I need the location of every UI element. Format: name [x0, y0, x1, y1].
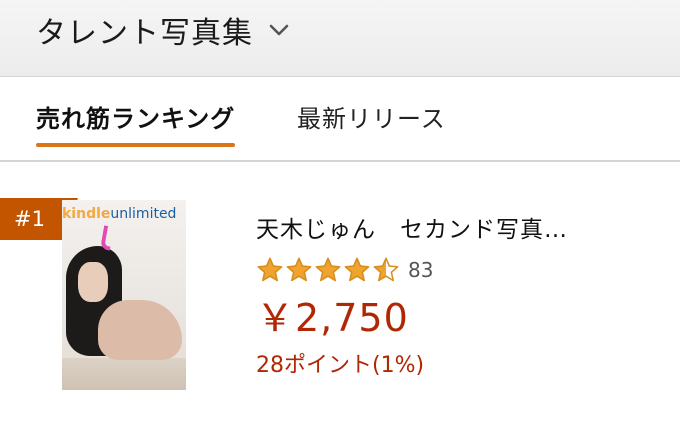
tab-new-releases[interactable]: 最新リリース: [297, 99, 446, 143]
tab-bestsellers[interactable]: 売れ筋ランキング: [36, 99, 236, 147]
chevron-down-icon[interactable]: [267, 18, 291, 42]
cover-body: [98, 300, 182, 360]
cover-logo-mark: [99, 225, 115, 251]
kindle-logo-text: kindle: [62, 206, 111, 222]
unlimited-logo-text: unlimited: [110, 206, 177, 222]
category-header[interactable]: タレント写真集: [0, 0, 680, 77]
category-title[interactable]: タレント写真集: [36, 10, 291, 51]
product-price: ￥2,750: [256, 296, 409, 340]
product-points: 28ポイント(1%): [256, 353, 425, 378]
star-full-icon: [344, 257, 370, 282]
product-title[interactable]: 天木じゅん セカンド写真…: [256, 212, 656, 248]
tab-new-releases-label: 最新リリース: [297, 105, 446, 133]
star-full-icon: [257, 257, 283, 282]
rating[interactable]: 83: [256, 256, 433, 284]
tab-bestsellers-label: 売れ筋ランキング: [36, 105, 236, 133]
star-rating: [256, 256, 400, 284]
active-tab-underline: [36, 143, 236, 147]
product-cover-image[interactable]: kindleunlimited: [62, 200, 186, 390]
ranking-tabs: 売れ筋ランキング 最新リリース: [0, 77, 680, 162]
product-list-item[interactable]: #1 kindleunlimited 天木じゅん セカンド写真… 83 ￥2,7…: [0, 162, 680, 421]
star-half-icon: [373, 257, 399, 282]
cover-sand: [62, 358, 186, 390]
star-full-icon: [315, 257, 341, 282]
kindle-unlimited-logo: kindleunlimited: [62, 206, 186, 226]
star-full-icon: [286, 257, 312, 282]
category-title-label: タレント写真集: [36, 16, 253, 51]
review-count[interactable]: 83: [408, 256, 433, 284]
cover-face: [78, 262, 108, 302]
